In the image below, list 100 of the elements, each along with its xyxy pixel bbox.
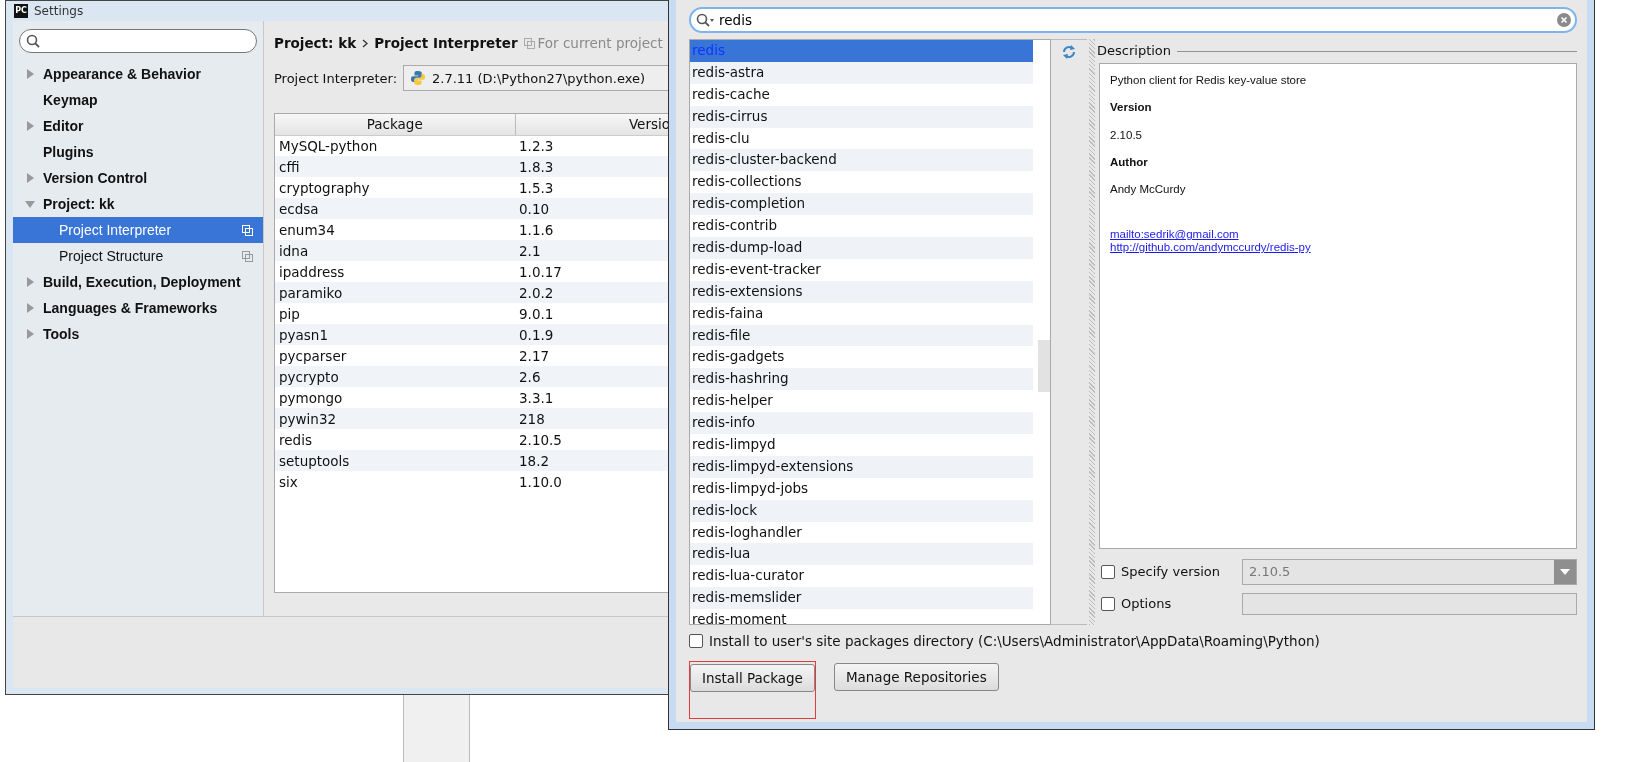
package-item[interactable]: redis-completion: [690, 193, 1033, 216]
checkbox[interactable]: [1101, 597, 1115, 611]
package-item[interactable]: redis-collections: [690, 171, 1033, 194]
table-cell: pip: [275, 303, 515, 325]
table-cell: pycparser: [275, 345, 515, 367]
tree-item[interactable]: Project Interpreter: [13, 217, 263, 243]
package-item[interactable]: redis-info: [690, 412, 1033, 435]
package-item[interactable]: redis-clu: [690, 127, 1033, 150]
tree-item[interactable]: Version Control: [13, 165, 263, 191]
package-item[interactable]: redis-loghandler: [690, 521, 1033, 544]
chevron-icon: [362, 38, 369, 48]
tree-item[interactable]: Plugins: [13, 139, 263, 165]
table-cell: MySQL-python: [275, 135, 515, 157]
package-item[interactable]: redis-hashring: [690, 368, 1033, 391]
search-field[interactable]: redis: [689, 7, 1577, 33]
splitter-handle[interactable]: [1089, 39, 1095, 625]
options-field[interactable]: [1242, 593, 1577, 615]
package-item[interactable]: redis-helper: [690, 390, 1033, 413]
button[interactable]: Manage Repositories: [833, 663, 999, 692]
package-item[interactable]: redis-gadgets: [690, 346, 1033, 369]
checkbox-label: Options: [1121, 595, 1173, 614]
table-cell: 1.2.3: [515, 135, 670, 157]
app-logo: PC: [14, 4, 28, 18]
package-item[interactable]: redis-lua: [690, 543, 1033, 566]
search-icon: [696, 13, 714, 27]
package-item[interactable]: redis-event-tracker: [690, 258, 1033, 281]
package-item[interactable]: redis-memslider: [690, 587, 1033, 610]
tree-item[interactable]: Project Structure: [13, 243, 263, 269]
description-text: Python client for Redis key-value store: [1110, 73, 1308, 88]
table-cell: cryptography: [275, 177, 515, 199]
package-item[interactable]: redis-cirrus: [690, 105, 1033, 128]
breadcrumb-item: Project Interpreter: [374, 34, 518, 53]
package-item[interactable]: redis-dump-load: [690, 237, 1033, 259]
package-item[interactable]: redis-limpyd: [690, 434, 1033, 456]
version-dropdown[interactable]: 2.10.5: [1242, 559, 1577, 585]
table-cell: pyasn1: [275, 324, 515, 346]
window-title: Settings: [34, 3, 84, 20]
package-item[interactable]: redis-file: [690, 324, 1033, 347]
breadcrumb-item: Project: kk: [274, 34, 357, 53]
package-item[interactable]: redis-lua-curator: [690, 565, 1033, 588]
package-item[interactable]: redis-astra: [690, 61, 1033, 84]
table-cell: pywin32: [275, 408, 515, 430]
tree-item[interactable]: Tools: [13, 321, 263, 347]
table-cell: 0.1.9: [515, 324, 670, 346]
table-cell: 1.8.3: [515, 156, 670, 178]
field-label: Project Interpreter:: [274, 69, 398, 88]
table-cell: enum34: [275, 219, 515, 241]
search-field[interactable]: [19, 29, 257, 53]
table-cell: 0.10: [515, 198, 670, 220]
refresh-icon: [1061, 44, 1077, 60]
table-cell: 3.3.1: [515, 387, 670, 409]
package-item[interactable]: redis-lock: [690, 499, 1033, 522]
package-item[interactable]: redis-limpyd-jobs: [690, 477, 1033, 500]
table-cell: 2.1: [515, 240, 670, 262]
version-text: 2.10.5: [1110, 127, 1143, 143]
table-cell: 2.10.5: [515, 429, 670, 451]
dropdown-arrow-icon: [1560, 569, 1570, 575]
copy-icon: [242, 224, 253, 236]
package-item[interactable]: redis-faina: [690, 302, 1033, 325]
clear-icon: [1557, 13, 1571, 27]
package-item[interactable]: redis-cluster-backend: [690, 149, 1033, 172]
tree-item[interactable]: Keymap: [13, 87, 263, 113]
table-cell: 2.17: [515, 345, 670, 367]
table-cell: paramiko: [275, 282, 515, 304]
checkbox-label: Specify version: [1121, 563, 1222, 582]
table-cell: 2.0.2: [515, 282, 670, 304]
table-cell: pycrypto: [275, 366, 515, 388]
link[interactable]: mailto:sedrik@gmail.com: [1110, 228, 1566, 242]
table-cell: 1.0.17: [515, 261, 670, 283]
copy-icon: [242, 250, 253, 262]
python-icon: [410, 70, 427, 87]
tree-item[interactable]: Editor: [13, 113, 263, 139]
package-item[interactable]: redis-limpyd-extensions: [690, 455, 1033, 478]
table-cell: ipaddress: [275, 261, 515, 283]
tree-item[interactable]: Build, Execution, Deployment: [13, 269, 263, 295]
interpreter-dropdown[interactable]: 2.7.11 (D:\Python27\python.exe): [403, 65, 670, 92]
table-cell: idna: [275, 240, 515, 262]
search-icon: [26, 34, 40, 48]
checkbox[interactable]: [689, 634, 703, 649]
column-header[interactable]: Package: [275, 114, 515, 136]
table-cell: 1.1.6: [515, 219, 670, 241]
tree-item[interactable]: Languages & Frameworks: [13, 295, 263, 321]
field-label: Version: [1110, 100, 1153, 116]
link[interactable]: http://github.com/andymccurdy/redis-py: [1110, 241, 1566, 255]
tree-item[interactable]: Appearance & Behavior: [13, 61, 263, 87]
table-cell: 9.0.1: [515, 303, 670, 325]
package-item[interactable]: redis-contrib: [690, 215, 1033, 237]
section-title: Description: [1097, 42, 1172, 61]
table-cell: pymongo: [275, 387, 515, 409]
button[interactable]: Install Package: [690, 664, 815, 693]
package-item[interactable]: redis-extensions: [690, 280, 1033, 303]
table-cell: 218: [515, 408, 670, 430]
checkbox[interactable]: [1101, 565, 1115, 579]
table-cell: 1.5.3: [515, 177, 670, 199]
scrollbar-thumb[interactable]: [1038, 340, 1050, 392]
tree-item[interactable]: Project: kk: [13, 191, 263, 217]
package-item[interactable]: redis-moment: [690, 609, 1033, 624]
table-cell: redis: [275, 429, 515, 451]
package-item[interactable]: redis-cache: [690, 83, 1033, 106]
checkbox-label: Install to user's site packages directory (C:\Users\Administrator\AppData\Roaming\Python): [709, 632, 1320, 651]
